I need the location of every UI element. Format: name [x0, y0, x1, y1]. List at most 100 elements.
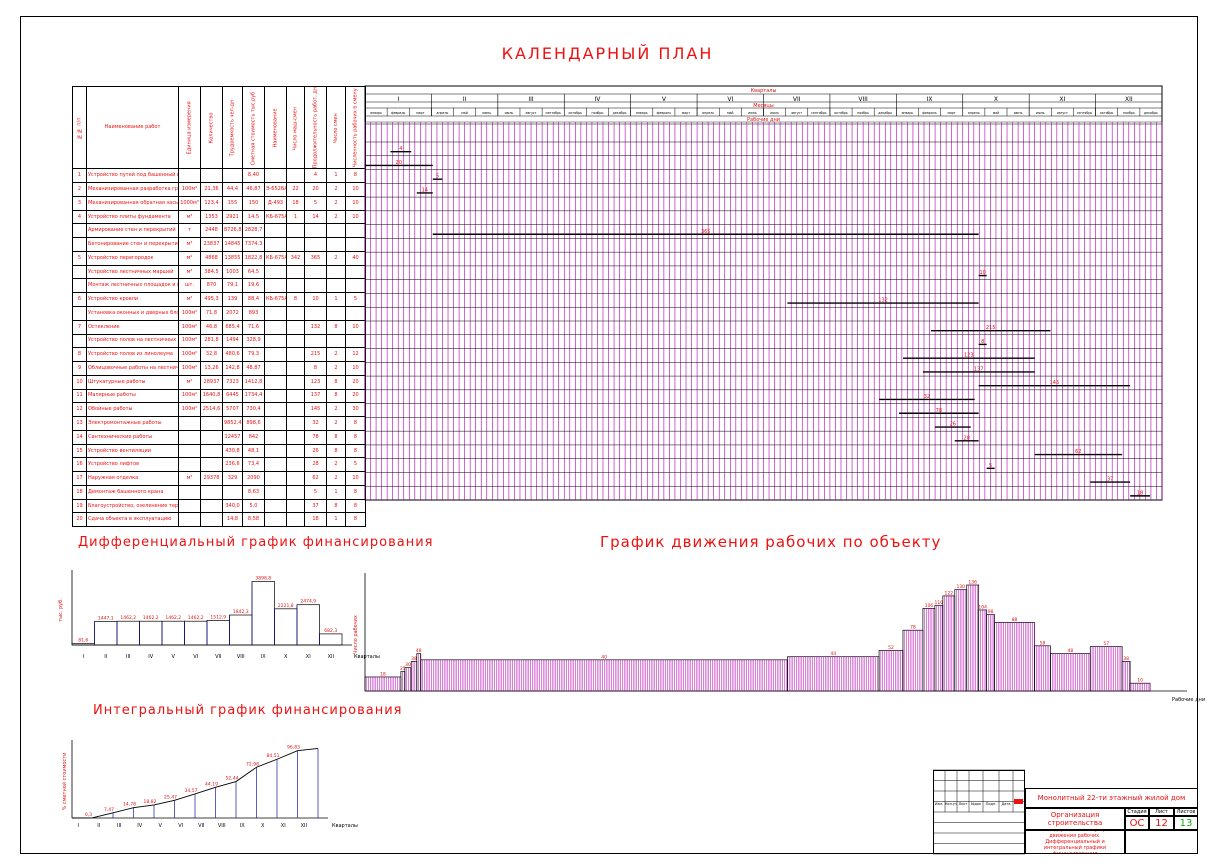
diff-tick-label: II: [104, 654, 107, 660]
int-tick-label: X: [261, 823, 265, 829]
gantt-bar-label: 123: [964, 353, 974, 359]
workers-step-label: 48: [1067, 648, 1073, 654]
diff-bar: [319, 633, 343, 646]
month-label: апрель: [702, 111, 714, 115]
gantt-bar-label: 28: [964, 435, 970, 441]
month-label: сентябрь: [1077, 111, 1093, 115]
month-label: март: [682, 111, 690, 115]
month-label: октябрь: [834, 111, 848, 115]
int-point-label: 84,51: [267, 753, 280, 759]
int-chart: % сметной стоимости Кварталы 0,3 I 7,47 II 14,…: [61, 740, 358, 829]
gantt-bar-label: 14: [422, 187, 428, 193]
workers-step: [934, 604, 944, 692]
diff-chart-title: Дифференциальный график финансирования: [78, 535, 434, 550]
int-tick-label: II: [97, 823, 100, 829]
diff-bar-label: 81,6: [78, 638, 88, 644]
workers-step-label: 48: [416, 648, 422, 654]
gantt-bar-label: 37: [1107, 477, 1113, 483]
month-label: декабрь: [1144, 111, 1158, 115]
gantt-bar-label: 4: [399, 146, 402, 152]
month-label: ноябрь: [592, 111, 604, 115]
stamp-sheet-title: Календарный план. График движения рабочи…: [1025, 830, 1125, 854]
gantt-bar-label: 365: [701, 229, 711, 235]
int-tick-label: VIII: [218, 823, 226, 829]
quarters-label: Кварталы: [751, 88, 777, 94]
diff-bar-label: 1512,9: [210, 614, 226, 620]
workers-step-label: 10: [1137, 678, 1143, 684]
diff-bar: [206, 620, 230, 646]
diff-bar-label: 1462,2: [143, 615, 159, 621]
diff-tick-label: XI: [306, 654, 311, 660]
workers-step-label: 130: [956, 584, 965, 590]
diff-tick-label: III: [126, 654, 130, 660]
workers-step-label: 38: [411, 656, 417, 662]
month-label: декабрь: [613, 111, 627, 115]
gantt-bar-label: 5: [989, 463, 992, 469]
month-label: май: [461, 111, 467, 115]
diff-bar: [274, 608, 298, 646]
gantt-bar-label: 145: [1050, 380, 1060, 386]
workers-chart: Число рабочихРабочие дни1825303848404452…: [353, 573, 1205, 703]
int-point-label: 72,98: [246, 761, 259, 767]
int-y-label: % сметной стоимости: [61, 753, 68, 811]
workers-step: [787, 656, 880, 692]
workers-step-label: 40: [601, 654, 607, 660]
month-label: январь: [902, 111, 914, 115]
int-point-label: 34,57: [185, 788, 198, 794]
int-point-label: 14,78: [123, 802, 136, 808]
workers-step-label: 58: [1040, 640, 1046, 646]
workers-step: [902, 629, 924, 692]
gantt-bar-label: 215: [986, 325, 996, 331]
diff-bar-label: 2221,8: [278, 603, 294, 609]
month-label: июнь: [482, 111, 491, 115]
diff-bar: [71, 643, 95, 646]
diff-bar-label: 2474,9: [300, 599, 316, 605]
workers-step: [1121, 661, 1131, 692]
diff-bar-label: 1842,3: [233, 609, 249, 615]
diff-bar: [139, 620, 163, 646]
int-point-label: 96,83: [287, 745, 300, 751]
int-tick-label: VII: [198, 823, 204, 829]
month-label: июнь: [1014, 111, 1023, 115]
stamp-section: Организация строительства: [1025, 808, 1125, 830]
stamp-revisions: [933, 770, 1025, 854]
int-tick-label: VI: [178, 823, 183, 829]
workers-step-label: 88: [1012, 617, 1018, 623]
workers-chart-title: График движения рабочих по объекту: [600, 533, 942, 551]
diff-bar: [161, 620, 185, 646]
gantt-bar-label: 62: [1075, 449, 1081, 455]
stamp-sheet-label: Лист: [1149, 808, 1174, 816]
int-point-label: 0,3: [85, 812, 92, 818]
stamp-stage-label: Стадия: [1125, 808, 1149, 816]
month-label: февраль: [391, 111, 406, 115]
workers-step-label: 18: [380, 671, 386, 677]
diff-y-label: тыс. руб.: [58, 598, 64, 622]
diff-bar-label: 1462,2: [165, 615, 181, 621]
month-label: июнь: [748, 111, 757, 115]
workers-step-label: 44: [830, 651, 836, 657]
gantt-bar-label: 137: [974, 366, 984, 372]
month-label: ноябрь: [857, 111, 869, 115]
diff-tick-label: VIII: [237, 654, 245, 660]
workers-step-label: 110: [935, 600, 944, 606]
workers-step-label: 52: [888, 645, 894, 651]
workers-step-label: 106: [925, 603, 934, 609]
month-label: июль: [505, 111, 514, 115]
workers-step-label: 78: [910, 625, 916, 631]
diff-bar: [251, 581, 275, 646]
gantt-bar-label: 78: [936, 408, 942, 414]
gantt-bar-label: 8: [981, 339, 984, 345]
month-label: ноябрь: [1123, 111, 1135, 115]
diff-tick-label: IX: [261, 654, 266, 660]
stamp-org: [1125, 830, 1198, 854]
drawing-canvas: КварталыI II III IV V VI VII VIII IX X XI XIIМесяцы…: [58, 85, 1205, 855]
workers-step-label: 38: [1123, 656, 1129, 662]
month-label: май: [727, 111, 733, 115]
month-label: декабрь: [878, 111, 892, 115]
workers-step: [986, 614, 995, 692]
month-label: июль: [770, 111, 779, 115]
workers-x-label: Рабочие дни: [1172, 697, 1205, 703]
int-point-label: 18,82: [144, 799, 157, 805]
int-x-label: Кварталы: [332, 823, 358, 829]
int-tick-label: XI: [281, 823, 286, 829]
